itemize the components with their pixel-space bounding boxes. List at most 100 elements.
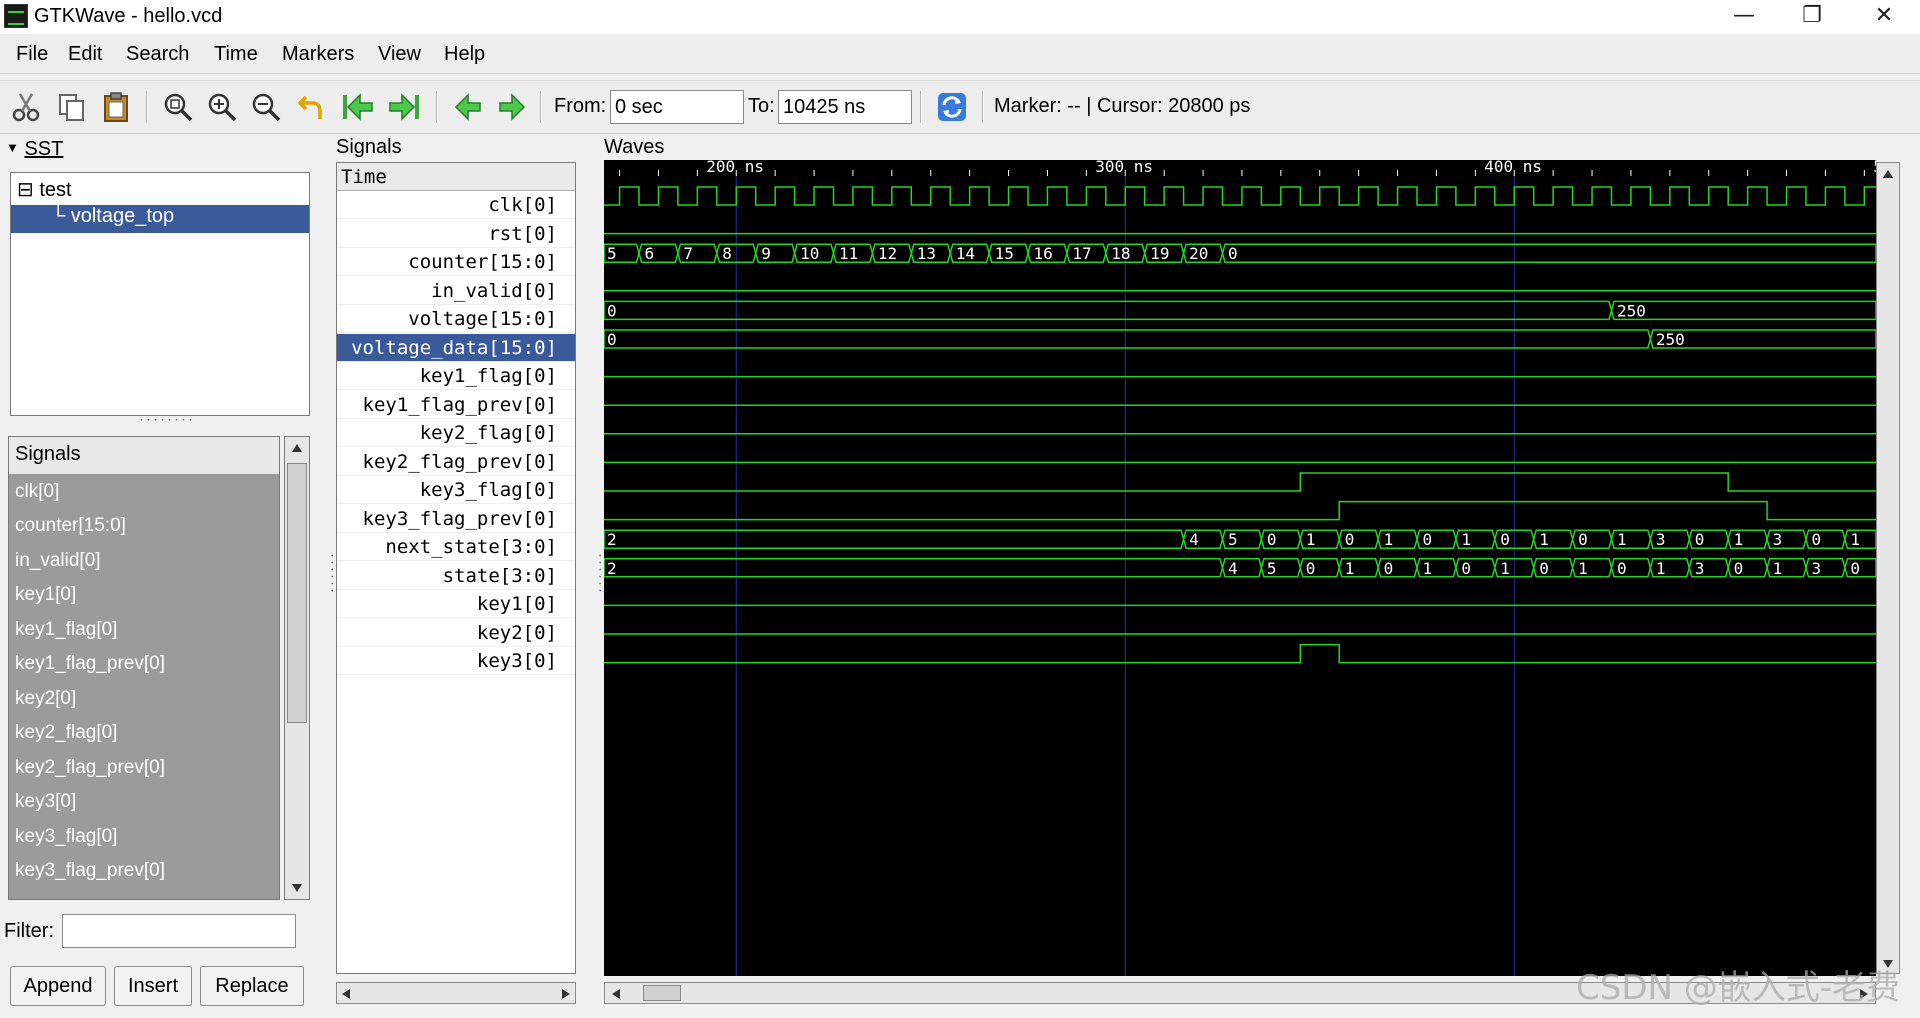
tree-node-test[interactable]: ⊟ test [11, 177, 309, 205]
next-state-trace-value: 0 [1811, 530, 1821, 549]
menu-time[interactable]: Time [214, 43, 258, 66]
restore-icon[interactable]: ❐ [1784, 0, 1840, 34]
signal-name-row-selected[interactable]: voltage_data[15:0] [337, 334, 575, 362]
counter-trace-value: 14 [956, 244, 975, 263]
next-edge-icon[interactable] [494, 89, 530, 125]
cut-icon[interactable] [8, 89, 44, 125]
wave-display[interactable]: 200 ns300 ns400 ns5567891011121314151617… [604, 160, 1876, 976]
waveform-canvas[interactable]: 200 ns300 ns400 ns5567891011121314151617… [604, 160, 1876, 976]
list-item[interactable]: key3_flag[0] [15, 826, 117, 848]
tree-expander-icon[interactable]: ⊟ [17, 179, 34, 201]
counter-trace-value: 16 [1034, 244, 1053, 263]
watermark: CSDN @嵌入式-老费 [1576, 968, 1901, 1008]
scroll-left-icon[interactable] [341, 988, 351, 1000]
state-trace-value: 1 [1578, 559, 1588, 578]
list-item[interactable]: key1[0] [15, 584, 76, 606]
menu-help[interactable]: Help [444, 43, 485, 66]
signal-name-row[interactable]: key1_flag_prev[0] [337, 391, 575, 419]
list-item[interactable]: key1_flag[0] [15, 619, 117, 641]
menu-file[interactable]: File [16, 43, 48, 66]
zoom-out-icon[interactable] [248, 89, 284, 125]
signal-name-row[interactable]: key2_flag[0] [337, 419, 575, 447]
signal-name-row[interactable]: clk[0] [337, 191, 575, 219]
sst-tree[interactable]: ⊟ test └ voltage_top [10, 172, 310, 416]
replace-button[interactable]: Replace [200, 966, 304, 1006]
pane-resize-grip[interactable]: ˙˙˙˙˙˙˙˙ [138, 418, 194, 434]
list-item[interactable]: clk[0] [15, 481, 59, 503]
scroll-up-icon[interactable] [291, 443, 303, 453]
signal-name-row[interactable]: key3[0] [337, 647, 575, 675]
insert-button[interactable]: Insert [114, 966, 192, 1006]
minimize-icon[interactable]: — [1716, 0, 1772, 34]
list-item[interactable]: key2[0] [15, 688, 76, 710]
signal-name-row[interactable]: next_state[3:0] [337, 533, 575, 561]
list-item[interactable]: in_valid[0] [15, 550, 101, 572]
signal-name-row[interactable]: key2[0] [337, 619, 575, 647]
menu-edit[interactable]: Edit [68, 43, 102, 66]
close-icon[interactable]: ✕ [1856, 0, 1912, 34]
voltage-data-trace-segment [604, 329, 1652, 349]
signal-name-row[interactable]: voltage[15:0] [337, 305, 575, 333]
scroll-up-icon[interactable] [1882, 169, 1894, 179]
append-button[interactable]: Append [10, 966, 106, 1006]
signal-name-row[interactable]: in_valid[0] [337, 277, 575, 305]
list-item[interactable]: counter[15:0] [15, 515, 126, 537]
signal-name-row[interactable]: key1[0] [337, 590, 575, 618]
go-to-end-icon[interactable] [386, 89, 422, 125]
scrollbar-thumb[interactable] [287, 463, 307, 723]
copy-icon[interactable] [54, 89, 90, 125]
tree-node-voltage-top[interactable]: └ voltage_top [11, 205, 309, 233]
undo-icon[interactable] [294, 89, 330, 125]
list-item[interactable]: key2_flag[0] [15, 722, 117, 744]
signal-name-row[interactable]: key1_flag[0] [337, 362, 575, 390]
pane-resize-grip[interactable]: ˙˙˙˙˙˙ [586, 552, 602, 594]
clk-trace [604, 186, 1876, 206]
to-input[interactable] [778, 90, 912, 124]
toolbar-separator [982, 91, 984, 123]
signal-names-column[interactable]: Time clk[0] rst[0] counter[15:0] in_vali… [336, 162, 576, 974]
zoom-in-icon[interactable] [204, 89, 240, 125]
wave-vscrollbar[interactable] [1876, 162, 1900, 974]
from-input[interactable] [610, 90, 744, 124]
toolbar-separator [436, 91, 438, 123]
counter-trace-value: 9 [761, 244, 771, 263]
signals-list-scrollbar[interactable] [284, 436, 310, 900]
scroll-left-icon[interactable] [611, 988, 621, 1000]
reload-icon[interactable] [934, 89, 970, 125]
signal-name-row[interactable]: key3_flag_prev[0] [337, 505, 575, 533]
signal-name-row[interactable]: rst[0] [337, 220, 575, 248]
toolbar-separator [920, 91, 922, 123]
menu-markers[interactable]: Markers [282, 43, 354, 66]
state-trace-value: 0 [1539, 559, 1549, 578]
list-item[interactable]: key2_flag_prev[0] [15, 757, 165, 779]
signal-name-row[interactable]: key2_flag_prev[0] [337, 448, 575, 476]
list-item[interactable]: key3[0] [15, 791, 76, 813]
zoom-fit-icon[interactable] [160, 89, 196, 125]
sst-label: SST [24, 138, 64, 160]
prev-edge-icon[interactable] [450, 89, 486, 125]
scroll-down-icon[interactable] [291, 883, 303, 893]
signal-name-row[interactable]: counter[15:0] [337, 248, 575, 276]
counter-trace-value: 15 [995, 244, 1014, 263]
go-to-start-icon[interactable] [340, 89, 376, 125]
pane-resize-grip[interactable]: ˙˙˙˙˙˙ [318, 552, 334, 594]
counter-trace-segment [1221, 243, 1876, 263]
window-title: GTKWave - hello.vcd [34, 5, 223, 27]
counter-trace-value: 19 [1150, 244, 1169, 263]
scroll-right-icon[interactable] [561, 988, 571, 1000]
filter-input[interactable] [62, 914, 296, 948]
list-item[interactable]: key1_flag_prev[0] [15, 653, 165, 675]
counter-trace-value: 12 [878, 244, 897, 263]
signals-list-header[interactable]: Signals [9, 437, 279, 475]
signal-names-hscrollbar[interactable] [336, 982, 576, 1004]
signal-name-row[interactable]: key3_flag[0] [337, 476, 575, 504]
sst-signals-list[interactable]: Signals clk[0] counter[15:0] in_valid[0]… [8, 436, 280, 900]
signal-name-row[interactable]: state[3:0] [337, 562, 575, 590]
menu-view[interactable]: View [378, 43, 421, 66]
sst-expander[interactable]: ▼ SST [6, 138, 63, 161]
next-state-trace-value: 0 [1345, 530, 1355, 549]
scrollbar-thumb[interactable] [643, 985, 681, 1001]
list-item[interactable]: key3_flag_prev[0] [15, 860, 165, 882]
menu-search[interactable]: Search [126, 43, 189, 66]
paste-icon[interactable] [98, 89, 134, 125]
